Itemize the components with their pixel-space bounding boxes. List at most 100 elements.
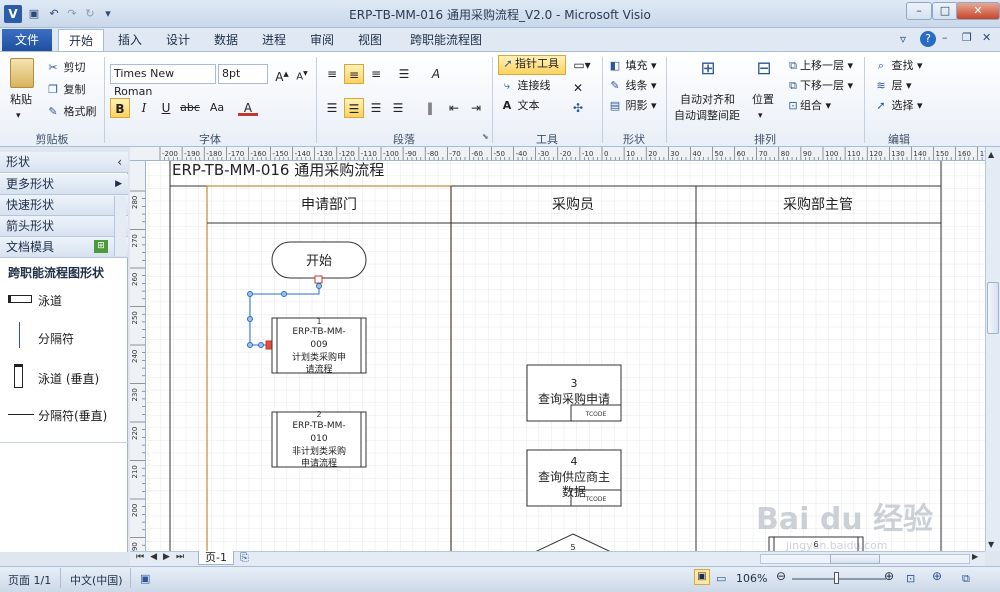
paste-dropdown-icon[interactable]: ▾ <box>16 108 21 124</box>
auto-align-label[interactable]: 自动对齐和 <box>680 92 735 108</box>
macro-record-icon[interactable]: ▣ <box>140 572 150 585</box>
stencil-separator[interactable]: 分隔符 <box>0 322 128 352</box>
stencil-swimlane[interactable]: 泳道 <box>0 290 128 320</box>
category-document-stencil[interactable]: 文档模具⊞▼ <box>0 237 128 258</box>
category-quick-shapes[interactable]: 快速形状 <box>0 195 128 216</box>
align-left-icon[interactable]: ☰ <box>322 98 342 118</box>
justify-icon[interactable]: ☰ <box>388 98 408 118</box>
paste-icon[interactable] <box>10 58 34 88</box>
shapes-pane-header[interactable]: 形状 ‹ <box>0 152 128 173</box>
bullets-icon[interactable]: ☰ <box>394 64 414 84</box>
line-button[interactable]: ✎ 线条 ▾ <box>608 78 656 94</box>
font-color-button[interactable]: A <box>238 98 258 116</box>
rectangle-tool-icon[interactable]: ▭▾ <box>568 55 596 75</box>
shrink-font-icon[interactable]: A▼ <box>292 64 312 84</box>
minimize-button[interactable]: – <box>906 2 932 20</box>
align-right-icon[interactable]: ☰ <box>366 98 386 118</box>
bold-button[interactable]: B <box>110 98 130 118</box>
cut-button[interactable]: ✂ 剪切 <box>46 60 85 76</box>
copy-button[interactable]: ❐ 复制 <box>46 82 85 98</box>
tab-data[interactable]: 数据 <box>206 29 246 52</box>
pan-zoom-icon[interactable]: ⊕ <box>932 569 942 583</box>
page-tab-1[interactable]: 页-1 <box>198 551 234 565</box>
category-more-shapes[interactable]: 更多形状 ▶ <box>0 174 128 195</box>
position-dropdown-icon[interactable]: ▾ <box>758 108 763 124</box>
align-top-icon[interactable]: ≡ <box>322 64 342 84</box>
vertical-ruler[interactable]: 280 270 260 250 240 230 220 210 200 190 <box>130 161 146 551</box>
zoom-level[interactable]: 106% <box>736 572 767 585</box>
scroll-down-icon[interactable]: ▼ <box>988 540 994 549</box>
tab-cross-functional[interactable]: 跨职能流程图 <box>404 29 488 52</box>
insert-page-icon[interactable]: ⎘ <box>240 551 249 565</box>
connector-vertex[interactable] <box>247 291 253 297</box>
stencil-separator-vertical[interactable]: 分隔符(垂直) <box>0 404 128 434</box>
connector-vertex[interactable] <box>316 283 322 289</box>
send-backward-button[interactable]: ⧉ 下移一层 ▾ <box>786 78 853 94</box>
process-box-3[interactable]: 3 查询采购申请 TCODE <box>526 364 622 422</box>
doc-minimize-icon[interactable]: – <box>942 31 948 44</box>
connection-point-icon[interactable]: ✣ <box>568 98 588 118</box>
category-scrollbar[interactable] <box>114 196 126 256</box>
language-status[interactable]: 中文(中国) <box>70 572 123 588</box>
layer-button[interactable]: ≋ 层 ▾ <box>874 78 911 94</box>
position-icon[interactable]: ⊟ <box>752 58 776 88</box>
page-number-status[interactable]: 页面 1/1 <box>8 572 51 588</box>
page-nav-icons[interactable]: ⏮◀▶⏭ <box>136 552 190 562</box>
distribute-icon[interactable]: ‖ <box>420 98 440 118</box>
process-box-4[interactable]: 4 查询供应商主 数据 TCODE <box>526 449 622 507</box>
horizontal-scroll-thumb[interactable] <box>830 554 880 564</box>
tab-review[interactable]: 审阅 <box>302 29 342 52</box>
grow-font-icon[interactable]: A▲ <box>272 64 292 84</box>
zoom-slider-track[interactable] <box>792 578 886 580</box>
scroll-up-icon[interactable]: ▲ <box>988 150 994 159</box>
align-center-icon[interactable]: ☰ <box>344 98 364 118</box>
fill-button[interactable]: ◧ 填充 ▾ <box>608 58 657 74</box>
connector-button[interactable]: ⤷ 连接线 <box>500 78 551 94</box>
vertical-scrollbar[interactable] <box>985 147 1000 551</box>
align-bottom-icon[interactable]: ≡ <box>366 64 386 84</box>
zoom-in-icon[interactable]: ⊕ <box>884 569 894 583</box>
doc-close-icon[interactable]: ✕ <box>982 31 991 44</box>
minimize-ribbon-icon[interactable]: ▿ <box>900 32 906 46</box>
italic-button[interactable]: I <box>134 98 154 118</box>
dialog-launcher-icon[interactable]: ⬊ <box>482 132 489 141</box>
help-icon[interactable]: ? <box>920 31 936 47</box>
tab-file[interactable]: 文件 <box>2 29 52 51</box>
bring-forward-button[interactable]: ⧉ 上移一层 ▾ <box>786 58 853 74</box>
text-block-icon[interactable]: A <box>426 64 446 84</box>
switch-windows-icon[interactable]: ⧉ <box>962 572 970 586</box>
find-button[interactable]: ⌕ 查找 ▾ <box>874 58 923 74</box>
tab-view[interactable]: 视图 <box>350 29 390 52</box>
position-button[interactable]: 位置 <box>752 92 774 108</box>
doc-restore-icon[interactable]: ❐ <box>962 31 972 44</box>
shadow-button[interactable]: ▤ 阴影 ▾ <box>608 98 657 114</box>
vertical-scroll-thumb[interactable] <box>987 282 999 334</box>
drawing-canvas[interactable]: ERP-TB-MM-016 通用采购流程 申请部门 采购员 采购部主管 开始 1… <box>146 161 985 551</box>
group-button[interactable]: ⊡ 组合 ▾ <box>786 98 831 114</box>
tab-process[interactable]: 进程 <box>254 29 294 52</box>
increase-indent-icon[interactable]: ⇥ <box>466 98 486 118</box>
zoom-out-icon[interactable]: ⊖ <box>776 569 786 583</box>
underline-button[interactable]: U <box>156 98 176 118</box>
format-painter-button[interactable]: ✎ 格式刷 <box>46 104 96 120</box>
auto-align-icon[interactable]: ⊞ <box>696 58 720 88</box>
text-tool-button[interactable]: A 文本 <box>500 98 540 114</box>
subprocess-box-2[interactable]: 2 ERP-TB-MM- 010 非计划类采购 申请流程 <box>271 410 367 469</box>
diagram-svg[interactable]: ERP-TB-MM-016 通用采购流程 申请部门 采购员 采购部主管 开始 1… <box>146 161 985 551</box>
stencil-swimlane-vertical[interactable]: 泳道 (垂直) <box>0 364 128 394</box>
strikethrough-button[interactable]: abc <box>178 98 202 118</box>
tab-home[interactable]: 开始 <box>58 29 104 52</box>
pointer-tool-button[interactable]: ➚ 指针工具 <box>498 55 566 75</box>
category-arrow-shapes[interactable]: 箭头形状 <box>0 216 128 237</box>
connector-vertex[interactable] <box>247 342 253 348</box>
zoom-slider-thumb[interactable] <box>834 572 839 584</box>
close-x-icon[interactable]: ✕ <box>568 78 588 98</box>
fit-window-icon[interactable]: ⊡ <box>906 572 915 585</box>
font-family-select[interactable]: Times New Roman <box>110 64 216 98</box>
change-case-button[interactable]: Aa <box>204 98 230 118</box>
paste-button[interactable]: 粘贴 <box>10 92 32 108</box>
decrease-indent-icon[interactable]: ⇤ <box>444 98 464 118</box>
tab-design[interactable]: 设计 <box>158 29 198 52</box>
select-button[interactable]: ➚ 选择 ▾ <box>874 98 922 114</box>
auto-space-label[interactable]: 自动调整间距 <box>674 108 740 124</box>
